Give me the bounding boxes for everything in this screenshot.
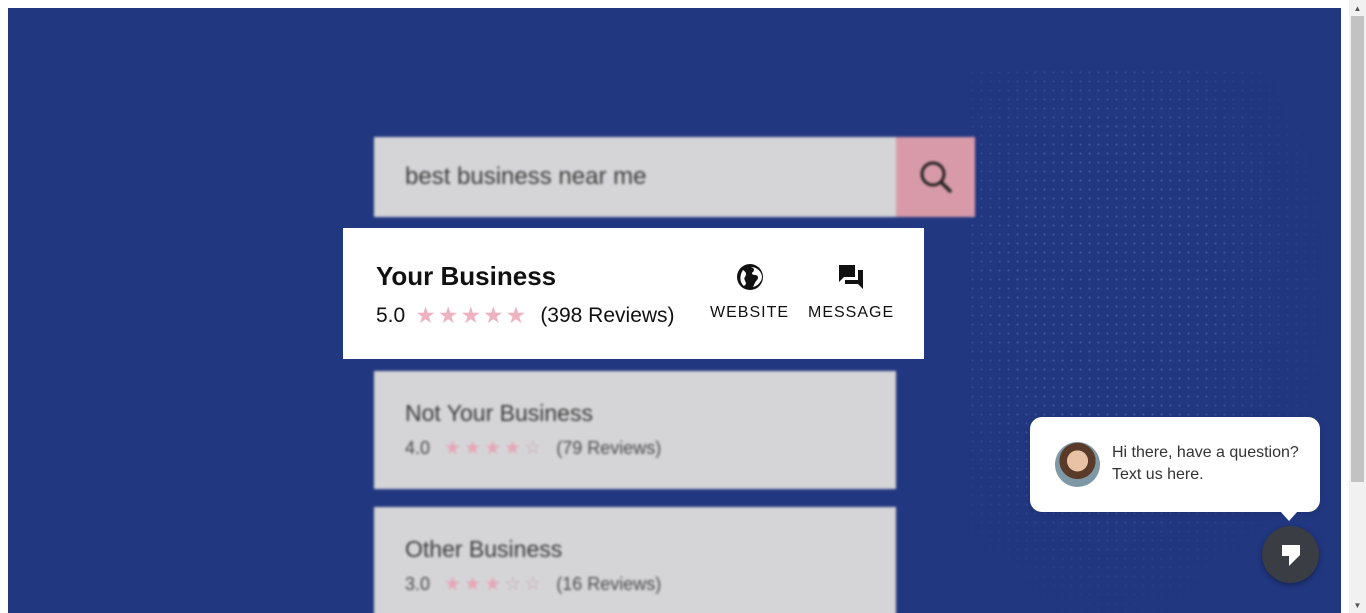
result-card: Not Your Business 4.0 ★★★★☆ (79 Reviews) — [374, 371, 896, 489]
result-rating-row: 3.0 ★★★☆☆ (16 Reviews) — [405, 573, 661, 596]
business-rating-row: 5.0 ★★★★★ (398 Reviews) — [376, 302, 675, 329]
hero-section: best business near me Not Your Business … — [8, 8, 1341, 613]
chat-greeting-popup[interactable]: Hi there, have a question? Text us here. — [1030, 417, 1320, 521]
business-name: Your Business — [376, 261, 557, 291]
chat-greeting-text: Hi there, have a question? Text us here. — [1112, 444, 1299, 483]
search-icon — [920, 161, 952, 193]
website-label: WEBSITE — [710, 304, 790, 321]
featured-business-card: Your Business 5.0 ★★★★★ (398 Reviews) WE… — [343, 228, 924, 359]
result-reviews: (16 Reviews) — [556, 574, 662, 594]
search-query: best business near me — [405, 163, 647, 190]
chat-bubbles-icon — [839, 265, 864, 289]
scroll-up-arrow[interactable]: ▲ — [1349, 0, 1366, 16]
result-name: Other Business — [405, 536, 563, 562]
scroll-down-arrow[interactable]: ▼ — [1349, 597, 1366, 613]
star-rating: ★★★☆☆ — [444, 574, 545, 595]
message-label: MESSAGE — [808, 304, 895, 321]
message-button: MESSAGE — [808, 262, 894, 322]
result-rating-row: 4.0 ★★★★☆ (79 Reviews) — [405, 437, 661, 460]
globe-icon — [736, 264, 763, 290]
star-rating: ★★★★☆ — [444, 438, 545, 459]
business-rating: 5.0 — [376, 303, 406, 327]
result-reviews: (79 Reviews) — [556, 438, 662, 458]
star-rating: ★★★★★ — [415, 302, 529, 328]
chat-icon — [1281, 544, 1300, 566]
chat-launcher-button[interactable] — [1262, 526, 1319, 583]
business-reviews: (398 Reviews) — [540, 303, 675, 327]
search-input: best business near me — [374, 137, 896, 217]
website-button: WEBSITE — [710, 262, 789, 322]
avatar — [1055, 442, 1100, 487]
result-rating: 3.0 — [405, 574, 431, 594]
search-button — [896, 137, 975, 217]
result-name: Not Your Business — [405, 400, 593, 426]
result-card: Other Business 3.0 ★★★☆☆ (16 Reviews) — [374, 507, 896, 613]
scrollbar-thumb[interactable] — [1351, 16, 1364, 482]
result-rating: 4.0 — [405, 438, 431, 458]
